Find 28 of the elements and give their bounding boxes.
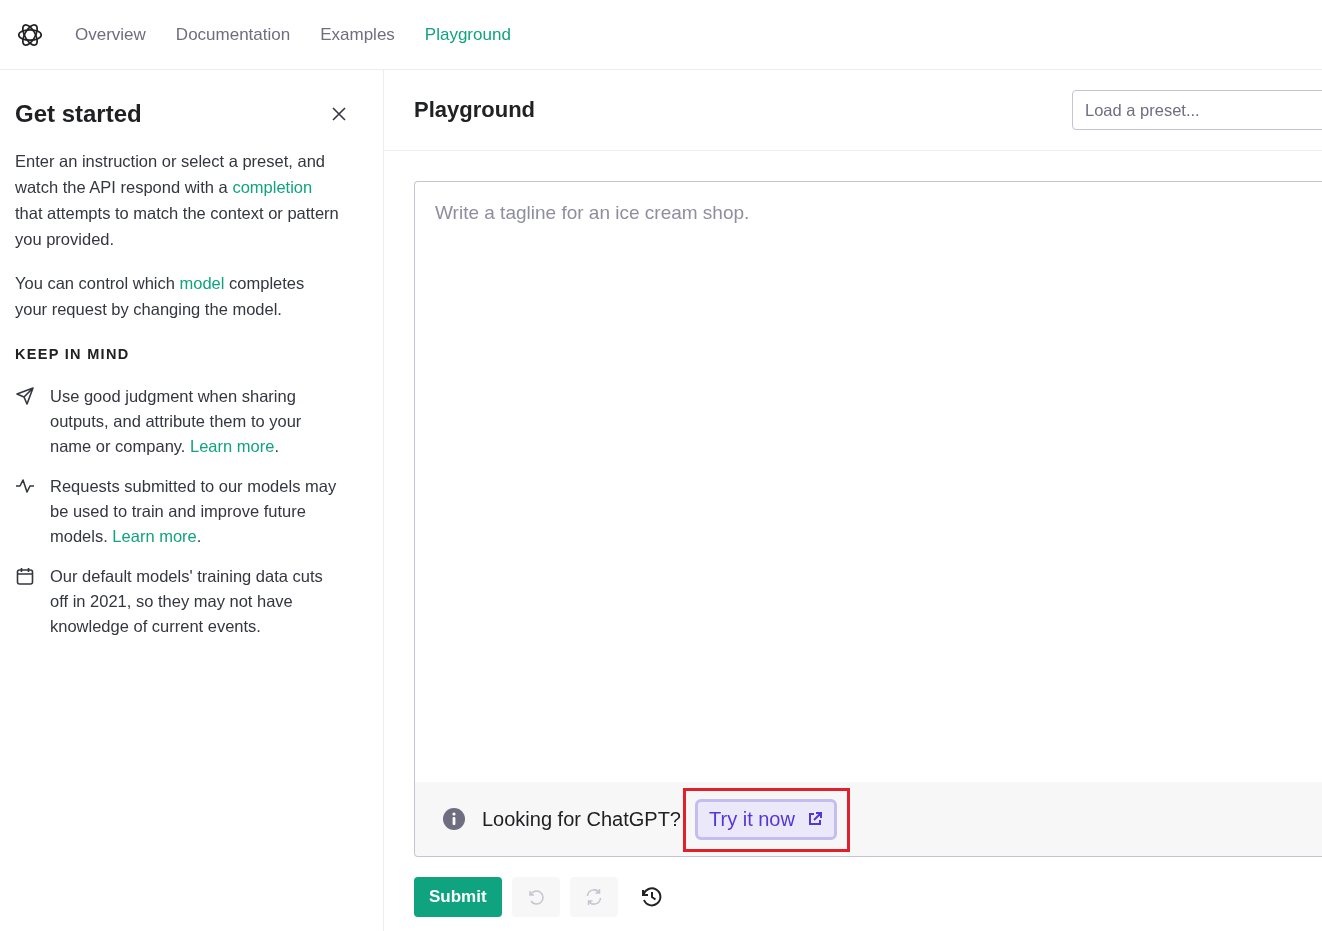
activity-icon (15, 476, 35, 496)
learn-more-link[interactable]: Learn more (112, 527, 197, 545)
info-icon (442, 807, 466, 831)
note-text: Requests submitted to our models may be used to train and improve future models. Learn more. (50, 476, 338, 547)
learn-more-link[interactable]: Learn more (190, 437, 275, 455)
preset-field[interactable]: Load a preset... (1072, 90, 1322, 130)
inline-link[interactable]: model (179, 274, 225, 292)
page-title: Playground (414, 97, 535, 123)
nav-link[interactable]: Documentation (175, 24, 291, 45)
nav-link[interactable]: Overview (75, 24, 146, 45)
try-it-now-button[interactable]: Try it now (695, 798, 837, 840)
inline-link[interactable]: completion (232, 178, 313, 196)
note-text: Our default models' training data cuts off in 2021, so they may not have knowledge of current events. (50, 566, 324, 637)
intro-paragraph: Enter an instruction or select a preset, and watch the API respond with a completion that attempts to match the context or pattern you provided. (15, 151, 339, 250)
calendar-icon (15, 566, 35, 586)
intro-paragraph: You can control which model completes your request by changing the model. (15, 273, 306, 320)
prompt-field[interactable]: Write a tagline for an ice cream shop. (414, 181, 1322, 782)
external-link-icon (806, 811, 823, 827)
send-icon (15, 386, 35, 406)
close-icon[interactable] (331, 106, 347, 122)
banner-text: Looking for ChatGPT? (482, 807, 681, 831)
nav-link[interactable]: Examples (320, 24, 395, 45)
note-text: Use good judgment when sharing outputs, and attribute them to your name or company. Learn more. (50, 386, 303, 457)
submit-button[interactable]: Submit (414, 877, 502, 917)
nav-link[interactable]: Playground (424, 24, 511, 45)
section-heading: KEEP IN MIND (15, 346, 131, 362)
history-icon (639, 885, 664, 909)
sidebar-title: Get started (15, 100, 142, 128)
